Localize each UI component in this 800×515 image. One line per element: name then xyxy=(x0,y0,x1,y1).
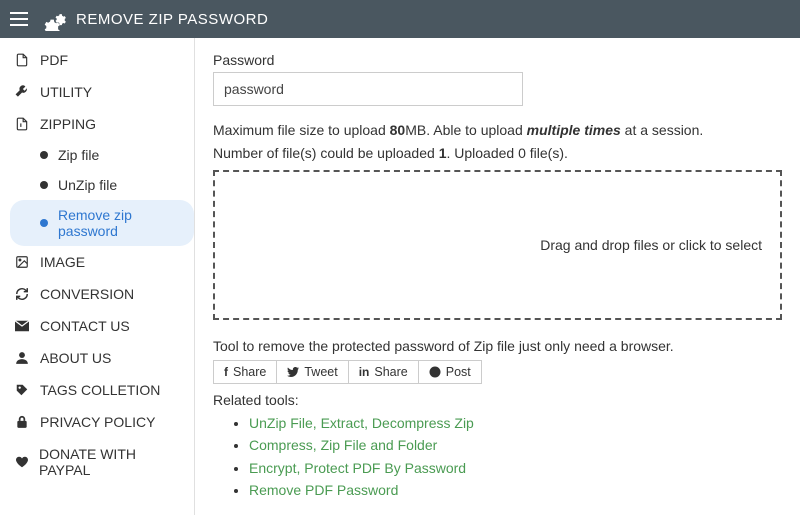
zipping-submenu: Zip file UnZip file Remove zip password xyxy=(0,140,194,246)
related-tools-title: Related tools: xyxy=(213,392,782,408)
share-bar: f Share Tweet in Share Post xyxy=(213,360,482,384)
main-content: Password Maximum file size to upload 80M… xyxy=(195,38,800,515)
sidebar-subitem-label: Zip file xyxy=(58,147,99,163)
sidebar-item-label: ABOUT US xyxy=(40,350,111,366)
sidebar-subitem-label: Remove zip password xyxy=(58,207,184,239)
wrench-icon xyxy=(14,85,30,99)
tool-description: Tool to remove the protected password of… xyxy=(213,338,782,354)
gears-icon xyxy=(38,7,66,31)
sidebar-subitem-zip-file[interactable]: Zip file xyxy=(10,140,194,170)
upload-limit-text: Maximum file size to upload 80MB. Able t… xyxy=(213,120,782,141)
tag-link[interactable]: #password xyxy=(250,512,318,515)
related-link[interactable]: Compress, Zip File and Folder xyxy=(249,434,782,456)
password-label: Password xyxy=(213,52,782,68)
sidebar-item-label: CONVERSION xyxy=(40,286,134,302)
twitter-icon xyxy=(287,367,299,377)
sidebar-item-contact[interactable]: CONTACT US xyxy=(0,310,194,342)
menu-icon[interactable] xyxy=(10,12,28,26)
share-twitter-button[interactable]: Tweet xyxy=(277,361,348,383)
image-icon xyxy=(14,255,30,269)
bullet-icon xyxy=(40,151,48,159)
file-dropzone[interactable]: Drag and drop files or click to select xyxy=(213,170,782,320)
share-linkedin-button[interactable]: in Share xyxy=(349,361,419,383)
sidebar-item-pdf[interactable]: PDF xyxy=(0,44,194,76)
sidebar-item-label: PRIVACY POLICY xyxy=(40,414,155,430)
sidebar-item-label: UTILITY xyxy=(40,84,92,100)
reddit-icon xyxy=(429,366,441,378)
sidebar-item-label: IMAGE xyxy=(40,254,85,270)
bullet-icon xyxy=(40,219,48,227)
related-tools-list: UnZip File, Extract, Decompress Zip Comp… xyxy=(249,412,782,502)
app-header: REMOVE ZIP PASSWORD xyxy=(0,0,800,38)
sidebar-item-label: DONATE WITH PAYPAL xyxy=(39,446,182,478)
facebook-icon: f xyxy=(224,365,228,379)
sidebar-subitem-remove-zip-password[interactable]: Remove zip password xyxy=(10,200,194,246)
sidebar-item-zipping[interactable]: ZIPPING xyxy=(0,108,194,140)
sidebar-item-image[interactable]: IMAGE xyxy=(0,246,194,278)
sidebar-subitem-unzip-file[interactable]: UnZip file xyxy=(10,170,194,200)
tag-link[interactable]: #zip xyxy=(326,512,352,515)
page-title: REMOVE ZIP PASSWORD xyxy=(76,11,268,28)
upload-count-text: Number of file(s) could be uploaded 1. U… xyxy=(213,143,782,164)
envelope-icon xyxy=(14,320,30,332)
related-link[interactable]: UnZip File, Extract, Decompress Zip xyxy=(249,412,782,434)
dropzone-text: Drag and drop files or click to select xyxy=(540,237,762,253)
sidebar-item-tags[interactable]: TAGS COLLETION xyxy=(0,374,194,406)
share-facebook-button[interactable]: f Share xyxy=(214,361,277,383)
user-icon xyxy=(14,351,30,365)
sidebar-item-conversion[interactable]: CONVERSION xyxy=(0,278,194,310)
heart-icon xyxy=(14,455,29,469)
linkedin-icon: in xyxy=(359,365,370,379)
sidebar-item-donate[interactable]: DONATE WITH PAYPAL xyxy=(0,438,194,486)
sidebar-item-label: TAGS COLLETION xyxy=(40,382,160,398)
sidebar-item-label: PDF xyxy=(40,52,68,68)
tags-line: Tags: #password, #zip xyxy=(213,512,782,515)
sidebar-item-privacy[interactable]: PRIVACY POLICY xyxy=(0,406,194,438)
file-pdf-icon xyxy=(14,52,30,68)
file-zip-icon xyxy=(14,116,30,132)
sidebar-item-about[interactable]: ABOUT US xyxy=(0,342,194,374)
related-link[interactable]: Remove PDF Password xyxy=(249,479,782,501)
sidebar-subitem-label: UnZip file xyxy=(58,177,117,193)
lock-icon xyxy=(14,414,30,430)
password-input[interactable] xyxy=(213,72,523,106)
sidebar-item-label: ZIPPING xyxy=(40,116,96,132)
sidebar: PDF UTILITY ZIPPING Zip file UnZip file xyxy=(0,38,195,515)
tag-icon xyxy=(14,383,30,397)
related-link[interactable]: Encrypt, Protect PDF By Password xyxy=(249,457,782,479)
share-reddit-button[interactable]: Post xyxy=(419,361,481,383)
refresh-icon xyxy=(14,287,30,301)
sidebar-item-utility[interactable]: UTILITY xyxy=(0,76,194,108)
bullet-icon xyxy=(40,181,48,189)
sidebar-item-label: CONTACT US xyxy=(40,318,130,334)
